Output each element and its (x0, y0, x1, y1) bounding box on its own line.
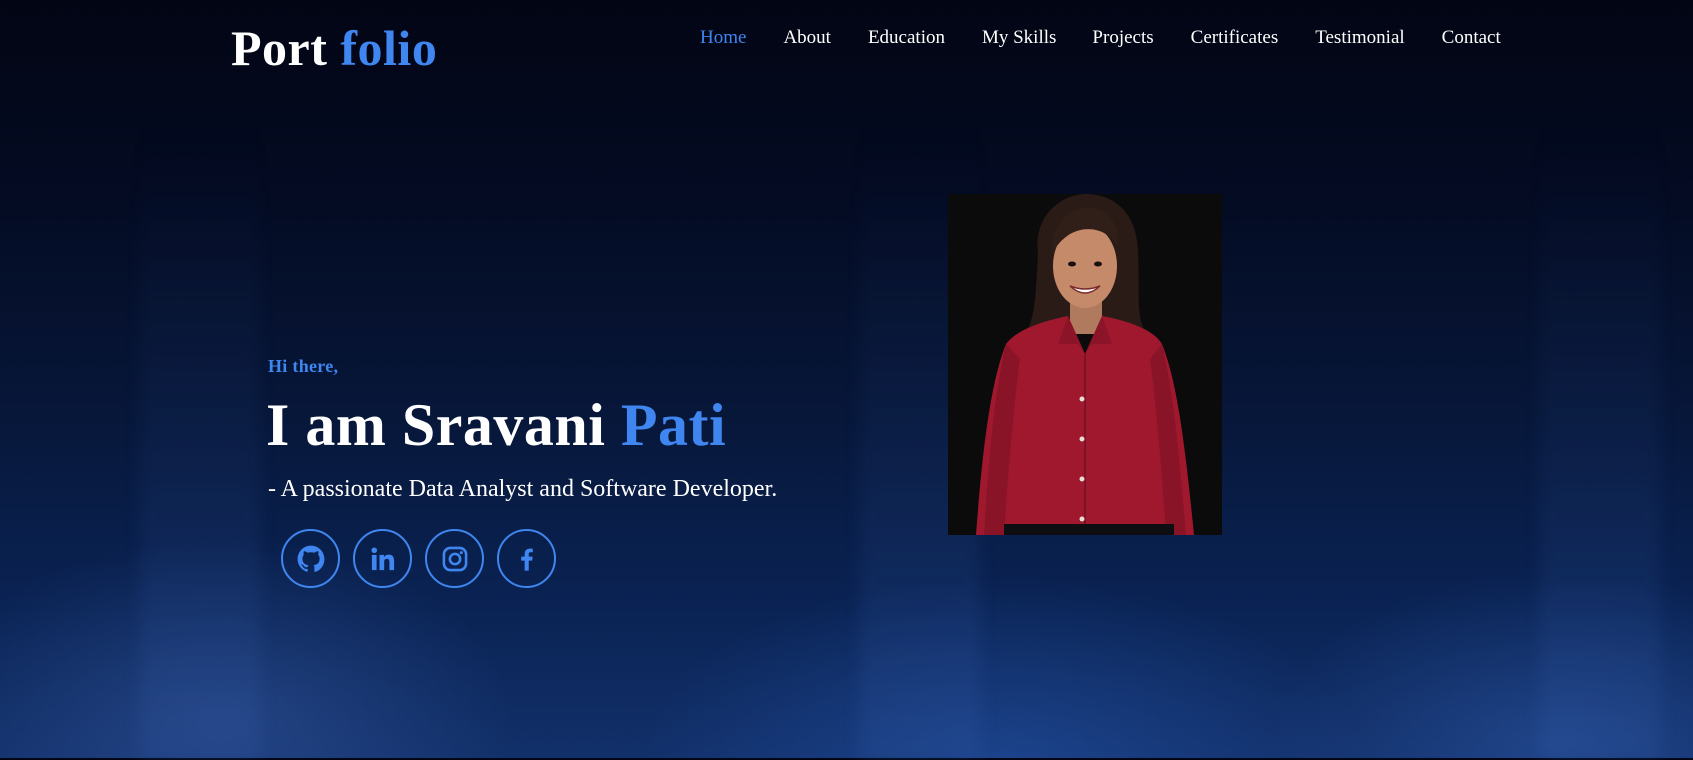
nav-my-skills[interactable]: My Skills (982, 26, 1056, 50)
linkedin-icon (369, 545, 397, 573)
hero-tagline: - A passionate Data Analyst and Software… (268, 476, 778, 502)
github-link[interactable] (281, 529, 340, 588)
profile-photo-illustration (976, 194, 1194, 535)
profile-photo (948, 194, 1222, 535)
facebook-icon (513, 545, 541, 573)
logo-text: Port (231, 20, 328, 76)
nav-home[interactable]: Home (700, 26, 746, 50)
facebook-link[interactable] (497, 529, 556, 588)
nav-projects[interactable]: Projects (1092, 26, 1153, 50)
nav-contact[interactable]: Contact (1442, 26, 1501, 50)
logo-text-accent: folio (340, 20, 438, 76)
hero-headline: I am Sravani Pati (266, 390, 726, 460)
nav-certificates[interactable]: Certificates (1191, 26, 1279, 50)
github-icon (297, 545, 325, 573)
nav-testimonial[interactable]: Testimonial (1315, 26, 1404, 50)
main-nav: Home About Education My Skills Projects … (700, 26, 1501, 50)
background-glow (1540, 120, 1660, 760)
nav-about[interactable]: About (783, 26, 831, 50)
instagram-link[interactable] (425, 529, 484, 588)
linkedin-link[interactable] (353, 529, 412, 588)
hero-greeting: Hi there, (268, 356, 339, 376)
hero-name: I am Sravani (266, 392, 606, 458)
nav-education[interactable]: Education (868, 26, 945, 50)
hero-name-accent: Pati (620, 392, 727, 458)
instagram-icon (441, 545, 469, 573)
background-glow (140, 120, 260, 760)
social-links (281, 529, 556, 588)
site-logo[interactable]: Port folio (231, 18, 437, 78)
